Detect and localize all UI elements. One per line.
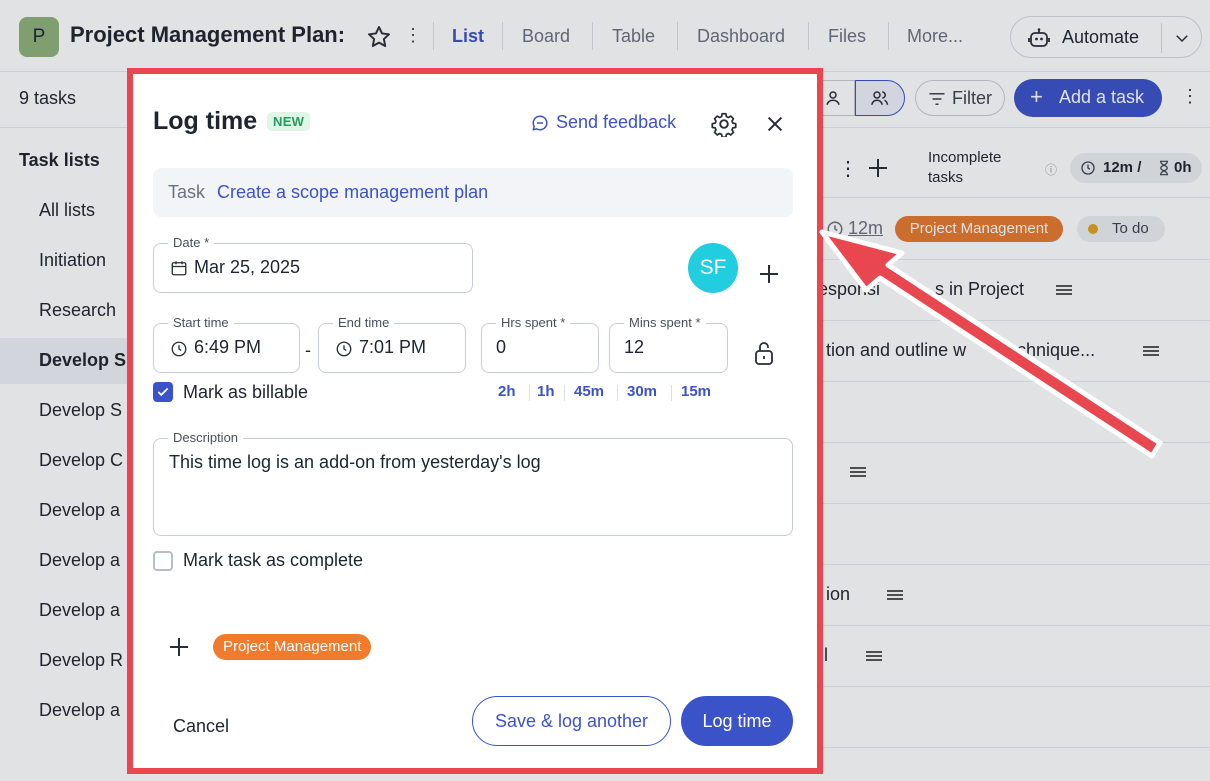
- end-time-field[interactable]: End time 7:01 PM: [318, 315, 466, 373]
- chat-bubble-icon: [532, 115, 548, 131]
- billable-checkbox[interactable]: [153, 382, 173, 402]
- complete-label: Mark task as complete: [183, 550, 364, 570]
- start-time-field[interactable]: Start time 6:49 PM: [153, 315, 300, 373]
- divider: [617, 385, 618, 401]
- date-value: Mar 25, 2025: [194, 257, 301, 277]
- hours-spent-input[interactable]: Hrs spent * 0: [481, 315, 599, 373]
- description-textarea[interactable]: Description This time log is an add-on f…: [153, 430, 793, 536]
- hours-spent-label: Hrs spent *: [496, 315, 571, 330]
- hours-spent-value: 0: [496, 337, 507, 357]
- clock-icon: [336, 341, 352, 357]
- description-label: Description: [168, 430, 244, 445]
- calendar-icon: [171, 261, 187, 276]
- quick-time-30m[interactable]: 30m: [627, 383, 657, 400]
- add-tag-icon[interactable]: [169, 637, 189, 657]
- complete-checkbox[interactable]: [153, 551, 173, 571]
- gear-icon[interactable]: [711, 111, 737, 137]
- minutes-spent-value: 12: [624, 337, 645, 357]
- assignee-avatar[interactable]: SF: [688, 243, 738, 293]
- send-feedback-label: Send feedback: [556, 112, 677, 132]
- divider: [564, 385, 565, 401]
- check-icon: [157, 387, 169, 397]
- end-time-value: 7:01 PM: [359, 337, 427, 357]
- start-time-value: 6:49 PM: [194, 337, 262, 357]
- divider: [529, 385, 530, 401]
- save-and-log-another-button[interactable]: Save & log another: [472, 696, 671, 746]
- close-icon[interactable]: [764, 113, 786, 135]
- lock-icon[interactable]: [753, 340, 775, 366]
- dialog-title: Log time: [153, 107, 258, 135]
- minutes-spent-input[interactable]: Mins spent * 12: [609, 315, 728, 373]
- task-field: Task Create a scope management plan: [153, 168, 793, 217]
- add-assignee-icon[interactable]: [759, 264, 779, 284]
- task-key: Task: [168, 182, 206, 202]
- new-badge: NEW: [267, 112, 311, 131]
- divider: [671, 385, 672, 401]
- cancel-button[interactable]: Cancel: [173, 716, 229, 737]
- date-field[interactable]: Date * Mar 25, 2025: [153, 235, 473, 293]
- quick-time-1h[interactable]: 1h: [537, 383, 555, 400]
- quick-time-2h[interactable]: 2h: [498, 383, 516, 400]
- clock-icon: [171, 341, 187, 357]
- description-value: This time log is an add-on from yesterda…: [169, 452, 541, 472]
- end-time-label: End time: [333, 315, 395, 330]
- time-range-dash: -: [305, 340, 311, 360]
- log-time-button[interactable]: Log time: [681, 696, 793, 746]
- tag-project-management[interactable]: Project Management: [213, 634, 372, 660]
- quick-time-45m[interactable]: 45m: [574, 383, 604, 400]
- log-time-dialog: Log time NEW Send feedback Task Create a…: [127, 68, 823, 774]
- quick-time-15m[interactable]: 15m: [681, 383, 711, 400]
- task-link[interactable]: Create a scope management plan: [217, 182, 488, 203]
- minutes-spent-label: Mins spent *: [624, 315, 706, 330]
- date-label: Date *: [168, 235, 215, 250]
- start-time-label: Start time: [168, 315, 234, 330]
- billable-label: Mark as billable: [183, 382, 309, 402]
